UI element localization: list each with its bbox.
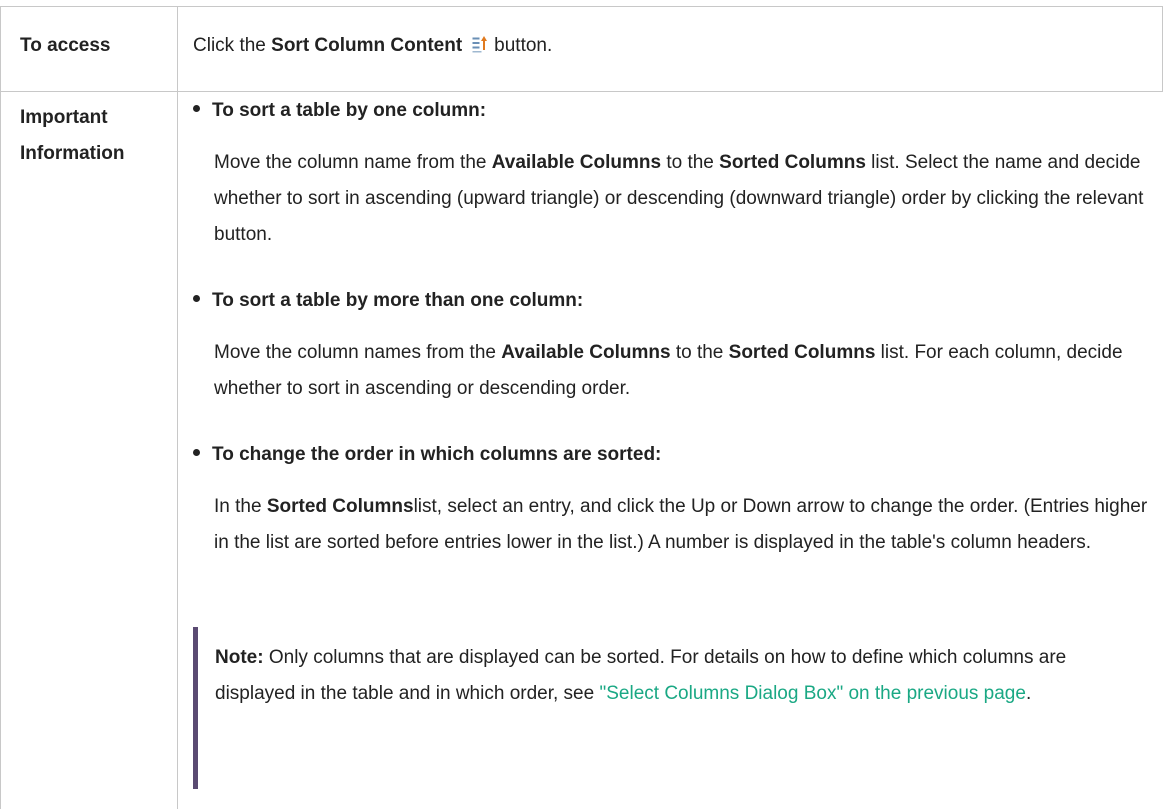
info-table: To access Click the Sort Column Content … bbox=[0, 0, 1167, 809]
table-border-left bbox=[0, 6, 1, 809]
para-text: to the bbox=[666, 152, 714, 173]
bullet-change-order-title: To change the order in which columns are… bbox=[193, 444, 661, 466]
to-access-prefix: Click the bbox=[193, 35, 266, 56]
sorted-columns-label: Sorted Columns bbox=[728, 342, 876, 363]
bullet-sort-multiple-columns-text: Move the column names from the Available… bbox=[214, 335, 1154, 407]
table-border-right bbox=[1162, 6, 1163, 92]
available-columns-label: Available Columns bbox=[491, 152, 662, 173]
select-columns-dialog-link[interactable]: "Select Columns Dialog Box" on the previ… bbox=[599, 683, 1025, 704]
note-end: . bbox=[1025, 683, 1032, 704]
table-border-top bbox=[0, 6, 1163, 7]
sorted-columns-label: Sorted Columns bbox=[266, 496, 414, 517]
bullet-change-order-text: In the Sorted Columnslist, select an ent… bbox=[214, 489, 1154, 561]
bullet-sort-one-column-title: To sort a table by one column: bbox=[193, 100, 486, 122]
available-columns-label: Available Columns bbox=[501, 342, 671, 363]
para-text: to the bbox=[675, 342, 724, 363]
note-label: Note: bbox=[215, 647, 264, 668]
sort-column-content-icon bbox=[472, 36, 488, 53]
bullet-sort-multiple-columns-title: To sort a table by more than one column: bbox=[193, 290, 583, 312]
bullet-dot bbox=[193, 449, 200, 456]
bullet-dot bbox=[193, 105, 200, 112]
note-box: Note: Only columns that are displayed ca… bbox=[193, 627, 1153, 789]
to-access-text: Click the Sort Column Content button. bbox=[193, 35, 552, 57]
para-text: Move the column names from the bbox=[214, 342, 496, 363]
bullet-title-text: To sort a table by one column: bbox=[212, 100, 487, 121]
note-text: Note: Only columns that are displayed ca… bbox=[215, 640, 1135, 712]
to-access-suffix: button. bbox=[494, 35, 553, 56]
para-text: Move the column name from the bbox=[214, 152, 487, 173]
para-text: In the bbox=[214, 496, 262, 517]
table-column-divider bbox=[177, 6, 178, 809]
row-header-to-access: To access bbox=[20, 35, 111, 56]
sort-column-content-label: Sort Column Content bbox=[271, 35, 463, 56]
bullet-title-text: To change the order in which columns are… bbox=[212, 444, 662, 465]
sorted-columns-label: Sorted Columns bbox=[719, 152, 866, 173]
bullet-title-text: To sort a table by more than one column: bbox=[212, 290, 584, 311]
bullet-sort-one-column-text: Move the column name from the Available … bbox=[214, 145, 1154, 253]
bullet-dot bbox=[193, 295, 200, 302]
note-accent-bar bbox=[193, 627, 198, 789]
table-row-divider bbox=[0, 91, 1163, 92]
row-header-important-information: Important Information bbox=[20, 107, 125, 164]
